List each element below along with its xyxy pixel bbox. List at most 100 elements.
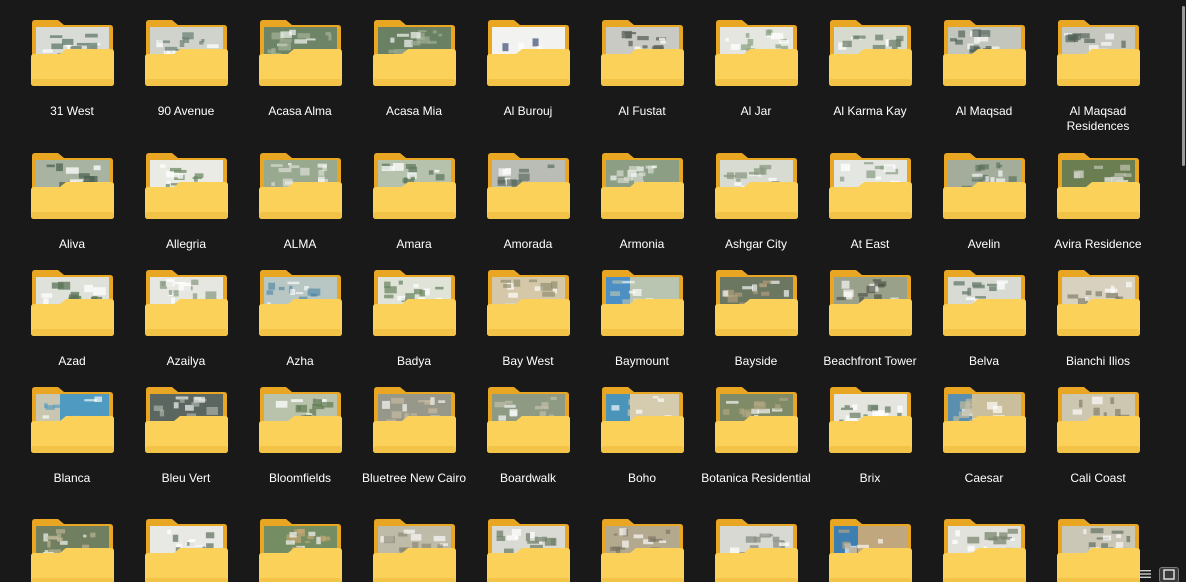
folder-item[interactable]: Allegria [129, 133, 243, 251]
folder-item[interactable]: Badya [357, 250, 471, 368]
folder-item[interactable] [129, 499, 243, 582]
folder-item[interactable]: Boardwalk [471, 367, 585, 485]
folder-icon [828, 152, 913, 220]
folder-item[interactable]: Amorada [471, 133, 585, 251]
folder-item[interactable]: Ashgar City [699, 133, 813, 251]
folder-name: Bluetree New Cairo [361, 471, 467, 485]
folder-item[interactable]: Aliva [15, 133, 129, 251]
folder-icon [372, 19, 457, 87]
folder-item[interactable]: ALMA [243, 133, 357, 251]
folder-item[interactable] [471, 499, 585, 582]
folder-icon [600, 152, 685, 220]
folder-item[interactable]: Bay West [471, 250, 585, 368]
folder-item[interactable]: Amara [357, 133, 471, 251]
folder-name: Bleu Vert [161, 471, 211, 485]
folder-icon [600, 19, 685, 87]
folder-item[interactable]: Al Maqsad Residences [1041, 0, 1155, 133]
folder-icon [372, 269, 457, 337]
folder-name: Botanica Residential [701, 471, 811, 485]
folder-item[interactable] [699, 499, 813, 582]
folder-icon [258, 19, 343, 87]
folder-item[interactable]: Boho [585, 367, 699, 485]
folder-icon [372, 152, 457, 220]
folder-item[interactable]: Belva [927, 250, 1041, 368]
folder-item[interactable]: Blanca [15, 367, 129, 485]
folder-item[interactable] [927, 499, 1041, 582]
folder-name: Brix [859, 471, 881, 485]
folder-item[interactable]: Avelin [927, 133, 1041, 251]
folder-name: Boardwalk [499, 471, 557, 485]
folder-item[interactable]: Armonia [585, 133, 699, 251]
folder-icon [828, 386, 913, 454]
folder-icon [258, 518, 343, 582]
folder-item[interactable]: Al Jar [699, 0, 813, 118]
folder-item[interactable]: Al Burouj [471, 0, 585, 118]
folder-item[interactable]: Baymount [585, 250, 699, 368]
folder-item[interactable]: Beachfront Tower [813, 250, 927, 368]
folder-item[interactable]: Bluetree New Cairo [357, 367, 471, 485]
folder-item[interactable]: Cali Coast [1041, 367, 1155, 485]
folder-item[interactable] [357, 499, 471, 582]
folder-name: Cali Coast [1070, 471, 1126, 485]
folder-item[interactable] [813, 499, 927, 582]
folder-icon [942, 152, 1027, 220]
folder-icon [372, 518, 457, 582]
folder-icon [600, 269, 685, 337]
folder-item[interactable]: Al Fustat [585, 0, 699, 118]
vertical-scrollbar[interactable] [1180, 0, 1186, 566]
folder-item[interactable]: At East [813, 133, 927, 251]
folder-item[interactable]: Bianchi Ilios [1041, 250, 1155, 368]
folder-icon [372, 386, 457, 454]
folder-item[interactable]: Azha [243, 250, 357, 368]
folder-icon [714, 19, 799, 87]
folder-icon [714, 152, 799, 220]
folder-icon [30, 19, 115, 87]
folder-name: Acasa Mia [385, 104, 443, 118]
folder-icon [828, 518, 913, 582]
folder-name: Boho [627, 471, 657, 485]
folder-icon [144, 269, 229, 337]
folder-item[interactable]: Bayside [699, 250, 813, 368]
folder-item[interactable]: Azad [15, 250, 129, 368]
folder-icon [1056, 269, 1141, 337]
folder-icon [600, 518, 685, 582]
folder-name: Acasa Alma [268, 104, 332, 118]
folder-item[interactable]: 90 Avenue [129, 0, 243, 118]
folder-item[interactable]: Avira Residence [1041, 133, 1155, 251]
folder-icon [486, 269, 571, 337]
folder-item[interactable]: Caesar [927, 367, 1041, 485]
folder-icon [714, 269, 799, 337]
folder-name: Bloomfields [268, 471, 332, 485]
folder-icon [144, 19, 229, 87]
folder-icon [714, 386, 799, 454]
folder-icon [828, 19, 913, 87]
folder-name: 31 West [50, 104, 94, 118]
folder-item[interactable]: Azailya [129, 250, 243, 368]
folder-name: Blanca [53, 471, 91, 485]
folder-item[interactable]: Al Maqsad [927, 0, 1041, 118]
folder-icon [942, 269, 1027, 337]
folder-item[interactable]: Brix [813, 367, 927, 485]
folder-item[interactable]: Botanica Residential [699, 367, 813, 485]
folder-icon [486, 386, 571, 454]
folder-item[interactable]: 31 West [15, 0, 129, 118]
large-icons-view-button[interactable] [1159, 567, 1179, 582]
folder-item[interactable]: Bleu Vert [129, 367, 243, 485]
folder-item[interactable]: Acasa Mia [357, 0, 471, 118]
folder-icon [144, 386, 229, 454]
folder-item[interactable] [243, 499, 357, 582]
folder-item[interactable]: Acasa Alma [243, 0, 357, 118]
folder-item[interactable]: Bloomfields [243, 367, 357, 485]
folder-icon [942, 518, 1027, 582]
details-view-button[interactable] [1136, 568, 1154, 582]
folder-icon [1056, 386, 1141, 454]
folder-item[interactable] [585, 499, 699, 582]
folder-item[interactable]: Al Karma Kay [813, 0, 927, 118]
folder-icon [30, 269, 115, 337]
folder-name: Al Maqsad [955, 104, 1013, 118]
folder-icon [1056, 518, 1141, 582]
folder-icon [1056, 152, 1141, 220]
folder-item[interactable] [15, 499, 129, 582]
scrollbar-thumb[interactable] [1182, 6, 1185, 166]
file-explorer-view: 31 West 90 Avenue Acasa Alma Acasa Mia Al Bu… [0, 0, 1186, 582]
